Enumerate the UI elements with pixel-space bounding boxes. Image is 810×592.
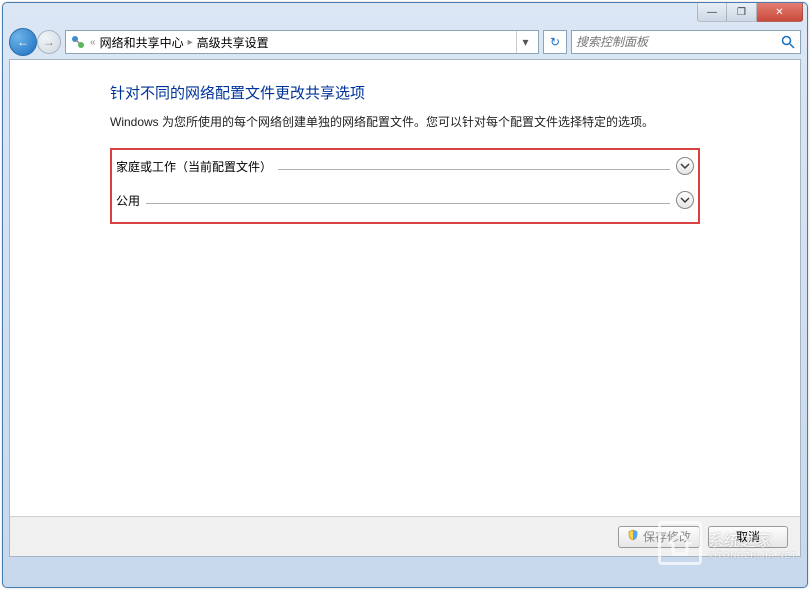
address-dropdown[interactable]: ▾ bbox=[516, 31, 534, 53]
window-frame: — ❐ ✕ ← → « 网络和共享中心 ▸ 高级共享设置 ▾ bbox=[2, 2, 808, 588]
shield-icon bbox=[627, 529, 639, 544]
breadcrumb-separator[interactable]: ▸ bbox=[188, 37, 193, 48]
cancel-button[interactable]: 取消 bbox=[708, 526, 788, 548]
save-label: 保存修改 bbox=[643, 528, 691, 545]
save-changes-button[interactable]: 保存修改 bbox=[618, 526, 700, 548]
breadcrumb-item-2[interactable]: 高级共享设置 bbox=[197, 34, 269, 51]
chevron-down-icon bbox=[680, 161, 690, 171]
page-description: Windows 为您所使用的每个网络创建单独的网络配置文件。您可以针对每个配置文… bbox=[110, 113, 784, 130]
forward-button[interactable]: → bbox=[37, 30, 61, 54]
search-icon[interactable] bbox=[780, 34, 796, 50]
search-bar[interactable] bbox=[571, 30, 801, 54]
refresh-button[interactable]: ↻ bbox=[543, 30, 567, 54]
refresh-icon: ↻ bbox=[550, 35, 560, 49]
chevron-down-icon bbox=[680, 195, 690, 205]
back-arrow-icon: ← bbox=[17, 35, 29, 49]
close-button[interactable]: ✕ bbox=[757, 3, 803, 22]
minimize-icon: — bbox=[707, 7, 717, 18]
network-icon bbox=[70, 34, 86, 50]
cancel-label: 取消 bbox=[736, 528, 760, 545]
separator-line bbox=[146, 203, 670, 204]
address-bar[interactable]: « 网络和共享中心 ▸ 高级共享设置 ▾ bbox=[65, 30, 539, 54]
profile-public[interactable]: 公用 bbox=[116, 186, 694, 214]
close-icon: ✕ bbox=[775, 7, 783, 18]
breadcrumb-chevron: « bbox=[90, 37, 96, 48]
expand-button[interactable] bbox=[676, 157, 694, 175]
separator-line bbox=[278, 169, 670, 170]
profile-label: 公用 bbox=[116, 192, 140, 209]
forward-arrow-icon: → bbox=[43, 35, 55, 49]
profile-label: 家庭或工作（当前配置文件） bbox=[116, 158, 272, 175]
highlight-box: 家庭或工作（当前配置文件） 公用 bbox=[110, 148, 700, 224]
maximize-icon: ❐ bbox=[737, 7, 746, 18]
back-button[interactable]: ← bbox=[9, 28, 37, 56]
profile-home-work[interactable]: 家庭或工作（当前配置文件） bbox=[116, 152, 694, 180]
navigation-bar: ← → « 网络和共享中心 ▸ 高级共享设置 ▾ ↻ bbox=[9, 27, 801, 57]
search-input[interactable] bbox=[576, 35, 780, 49]
chevron-down-icon: ▾ bbox=[522, 35, 528, 49]
breadcrumb-item-1[interactable]: 网络和共享中心 bbox=[100, 34, 184, 51]
content-panel: 针对不同的网络配置文件更改共享选项 Windows 为您所使用的每个网络创建单独… bbox=[9, 59, 801, 557]
maximize-button[interactable]: ❐ bbox=[727, 3, 757, 22]
title-bar-controls: — ❐ ✕ bbox=[697, 3, 803, 22]
expand-button[interactable] bbox=[676, 191, 694, 209]
page-title: 针对不同的网络配置文件更改共享选项 bbox=[110, 82, 784, 103]
minimize-button[interactable]: — bbox=[697, 3, 727, 22]
footer-bar: 保存修改 取消 bbox=[10, 516, 800, 556]
